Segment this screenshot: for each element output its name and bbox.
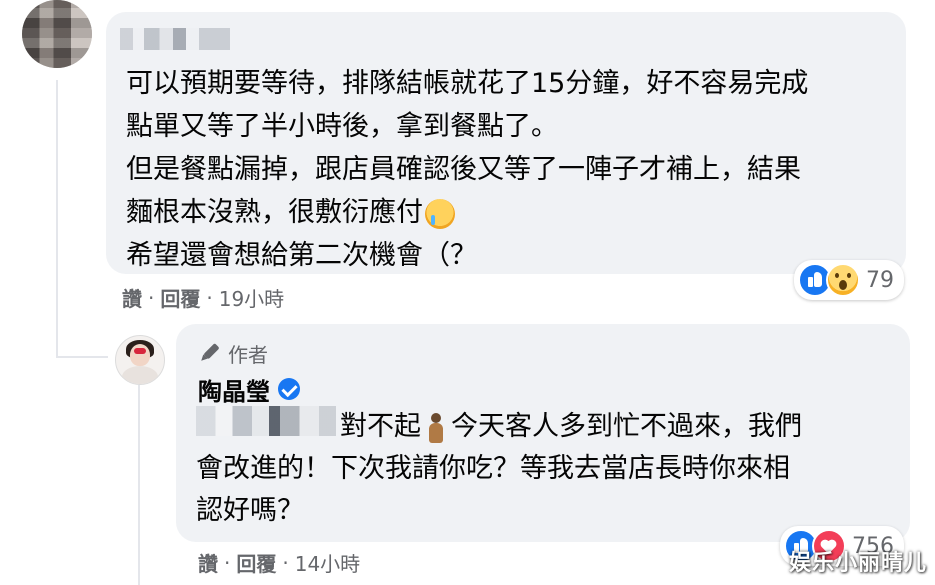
comment-reactions[interactable]: 79 [794,260,904,300]
like-button[interactable]: 讚 [122,283,142,312]
reply-button[interactable]: 回覆 [236,548,276,577]
thread-line [56,80,58,358]
reaction-count: 79 [866,267,894,293]
commenter-name-blurred[interactable] [120,28,230,50]
comment-text-end: 希望還會想給第二次機會（？ [126,240,477,271]
separator: · [282,550,289,575]
commenter-avatar[interactable] [22,0,92,68]
comment-text: 可以預期要等待，排隊結帳就花了15分鐘，好不容易完成 點單又等了半小時後，拿到餐… [126,62,896,277]
separator: · [148,285,155,310]
person-bowing-icon [425,411,447,445]
timestamp[interactable]: 14小時 [295,548,360,577]
separator: · [224,550,231,575]
reply-text: 對不起 今天客人多到忙不過來，我們 會改進的！下次我請你吃？等我去當店長時你來相 … [196,406,896,532]
separator: · [206,285,213,310]
comment-actions: 讚 · 回覆 · 19小時 [122,283,284,312]
watermark: 娱乐小丽晴儿 [788,551,927,576]
like-button[interactable]: 讚 [198,548,218,577]
author-badge-label: 作者 [228,342,268,367]
reply-thread-line [138,385,140,585]
timestamp[interactable]: 19小時 [219,283,284,312]
author-name[interactable]: 陶晶瑩 [198,372,300,407]
pen-icon [193,337,224,368]
reply-actions: 讚 · 回覆 · 14小時 [198,548,360,577]
reply-text-part2: 今天客人多到忙不過來，我們 會改進的！下次我請你吃？等我去當店長時你來相 認好嗎… [196,411,802,526]
author-name-text[interactable]: 陶晶瑩 [198,372,270,407]
reply-button[interactable]: 回覆 [160,283,200,312]
thread-line-branch [56,356,108,358]
verified-badge-icon [278,378,300,400]
author-avatar[interactable] [115,335,165,385]
crying-face-icon [425,198,455,229]
wow-icon [826,263,860,297]
reply-text-part1: 對不起 [340,411,421,442]
comment-text-body: 可以預期要等待，排隊結帳就花了15分鐘，好不容易完成 點單又等了半小時後，拿到餐… [126,68,809,228]
author-badge: 作者 [198,338,268,368]
